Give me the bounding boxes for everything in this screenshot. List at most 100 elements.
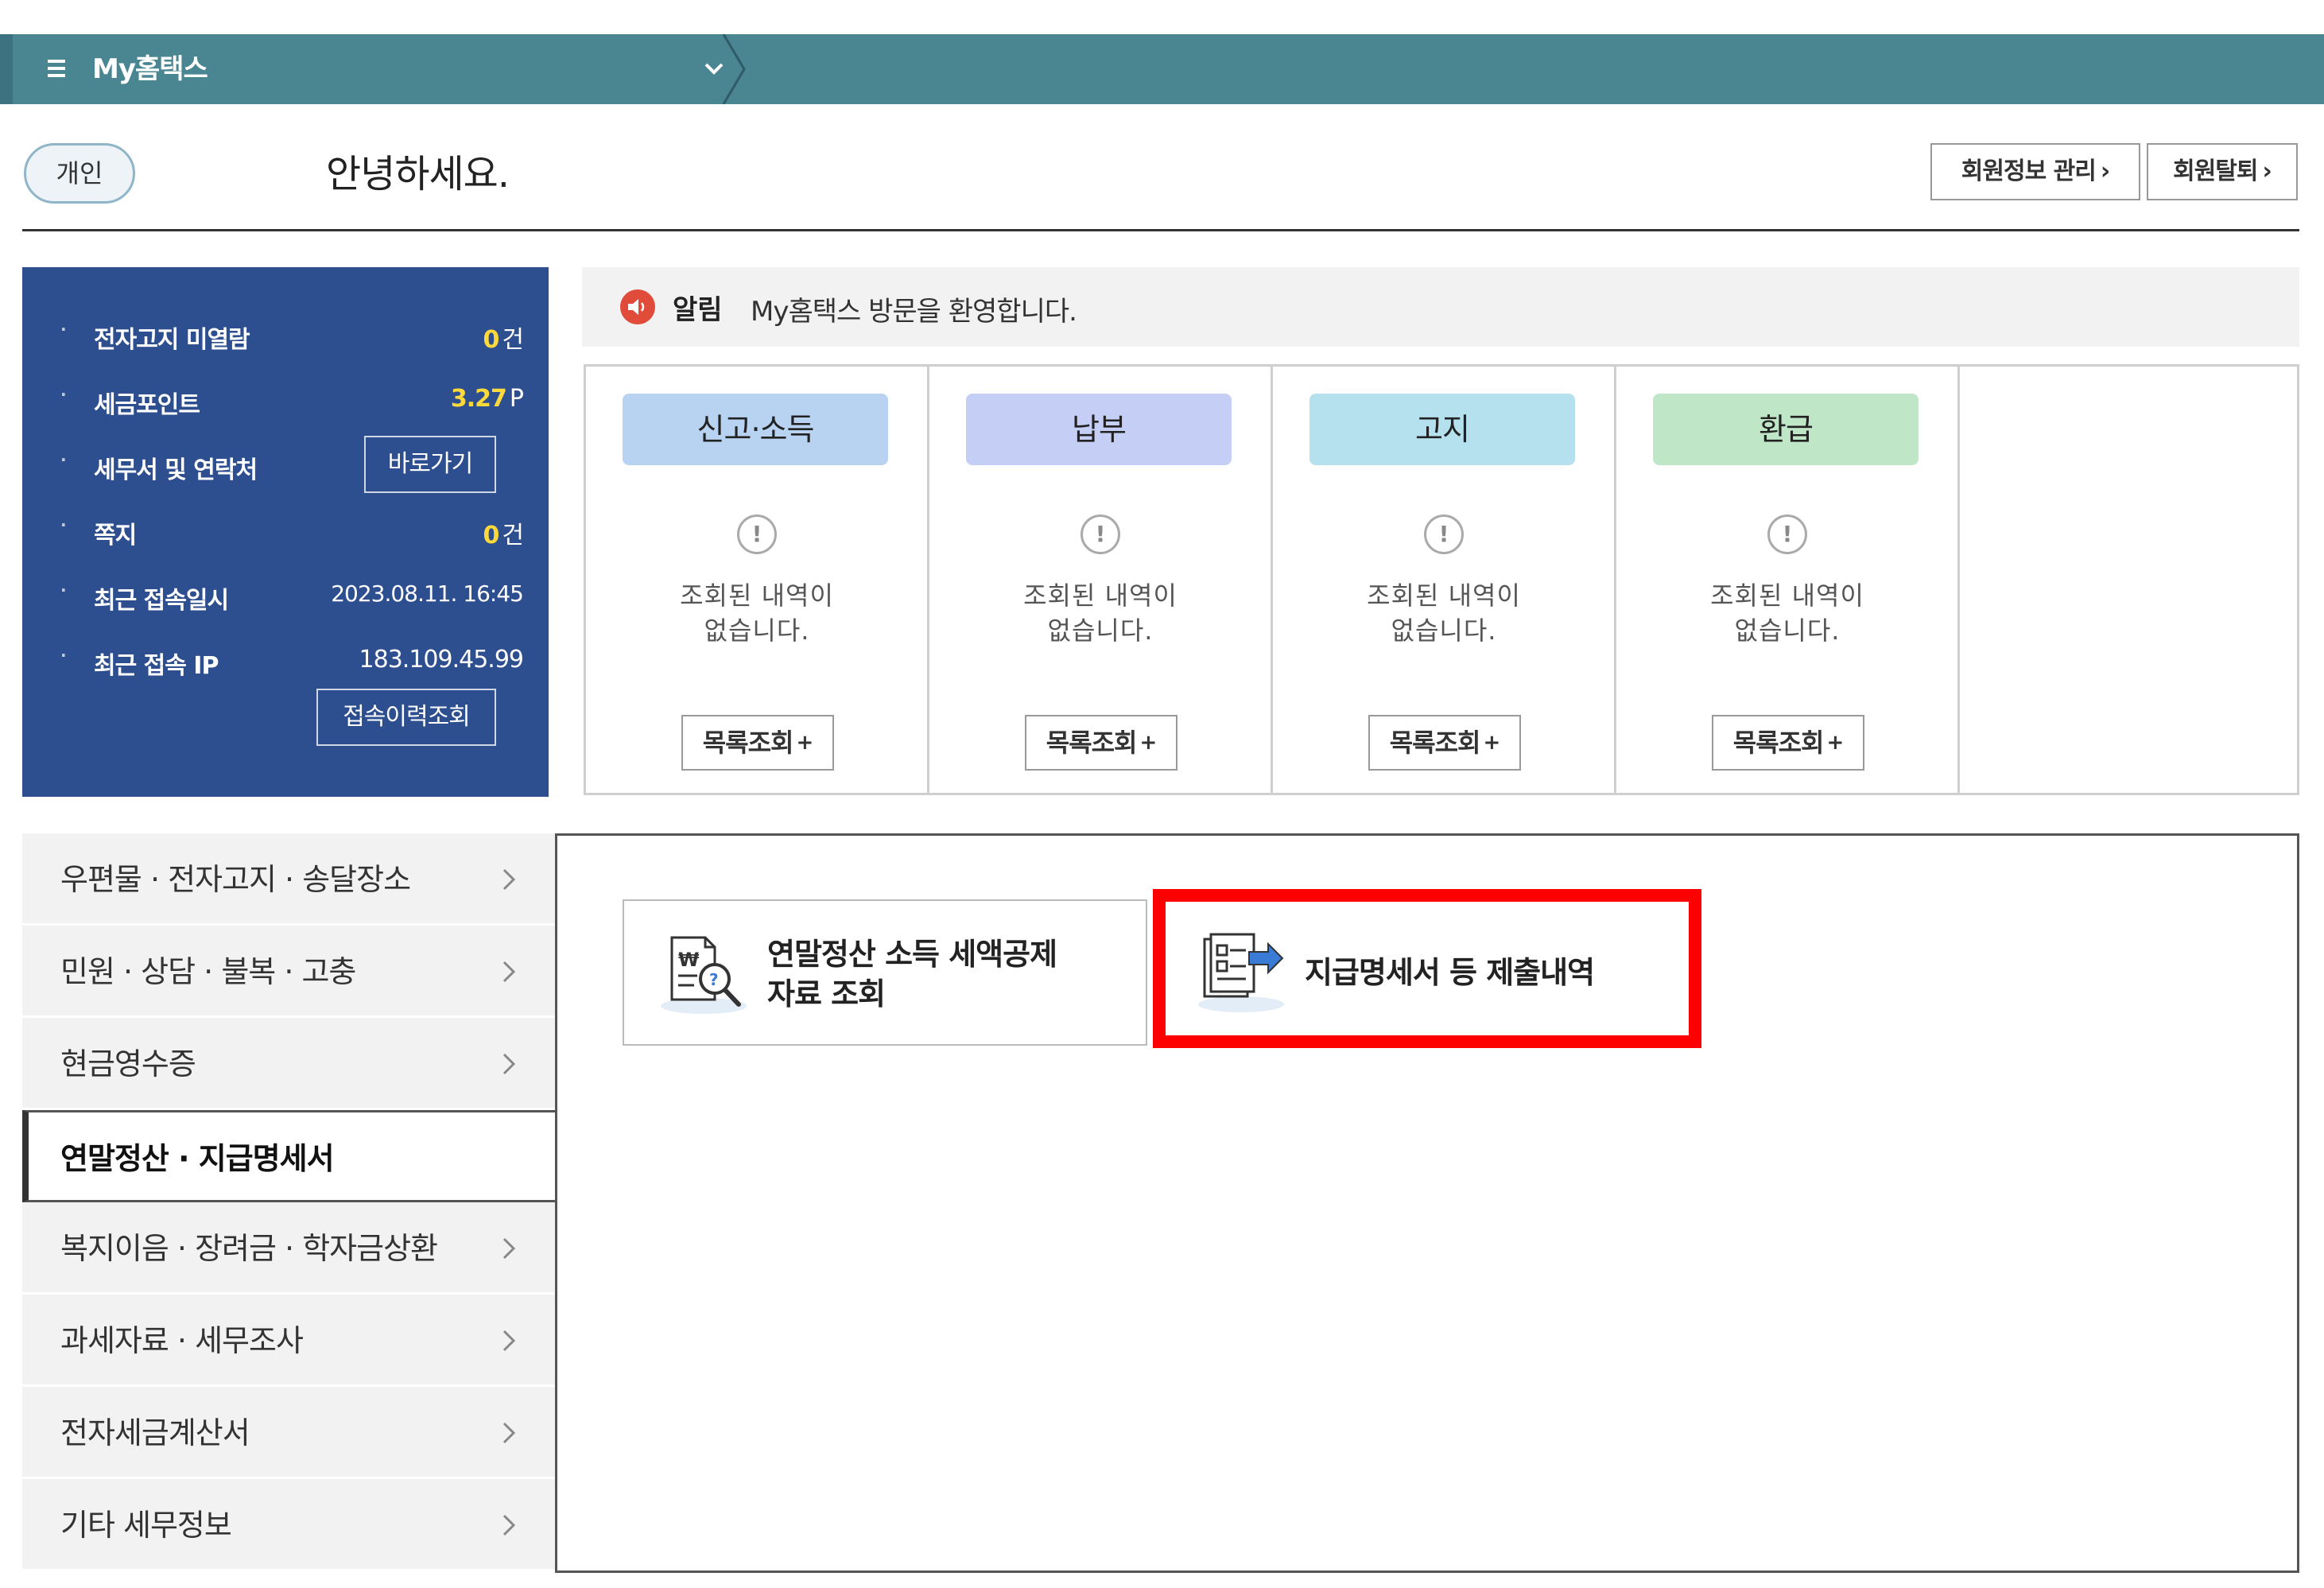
list-view-button[interactable]: 목록조회 + — [1025, 715, 1178, 771]
highlight-annotation-box — [1153, 889, 1701, 1048]
chevron-right-icon — [502, 1330, 516, 1352]
bullet: · — [60, 320, 67, 339]
chevron-right-icon — [502, 1514, 516, 1536]
category-item-welfare[interactable]: 복지이음 · 장려금 · 학자금상환 — [22, 1202, 555, 1295]
msg-line1: 조회된 내역이 — [1023, 580, 1178, 611]
info-row-tax-point: · 세금포인트 3.27 P — [60, 385, 524, 419]
info-value[interactable]: 0건 — [483, 320, 524, 355]
category-item-other[interactable]: 기타 세무정보 — [22, 1479, 555, 1571]
topbar-left-edge — [0, 34, 13, 104]
card-empty-message: 조회된 내역이없습니다. — [634, 578, 880, 648]
unit: P — [509, 385, 524, 413]
chevron-right-icon — [502, 961, 516, 983]
list-view-label: 목록조회 — [1732, 728, 1825, 758]
tile-year-end-deduction-inquiry[interactable]: ₩ ? 연말정산 소득 세액공제자료 조회 — [623, 899, 1147, 1046]
notice-text: My홈택스 방문을 환영합니다. — [751, 296, 1077, 328]
info-value[interactable]: 3.27 P — [450, 385, 524, 413]
chevron-right-icon — [502, 1422, 516, 1444]
shortcut-button[interactable]: 바로가기 — [364, 436, 496, 493]
unread-count: 0 — [483, 326, 500, 354]
list-view-label: 목록조회 — [1046, 728, 1138, 758]
last-login-time: 2023.08.11. 16:45 — [331, 580, 524, 607]
list-view-button[interactable]: 목록조회 + — [681, 715, 834, 771]
member-info-label: 회원정보 관리 — [1961, 157, 2097, 185]
info-row-last-login: · 최근 접속일시 2023.08.11. 16:45 — [60, 580, 524, 615]
unit: 건 — [502, 326, 524, 354]
access-history-button[interactable]: 접속이력조회 — [316, 689, 496, 746]
top-navigation-bar: My홈택스 — [0, 34, 2324, 104]
card-title[interactable]: 환급 — [1653, 394, 1919, 465]
greeting-message: 안녕하세요. — [326, 152, 510, 196]
exclamation-icon: ! — [1081, 514, 1120, 554]
svg-text:?: ? — [709, 970, 719, 989]
withdraw-button[interactable]: 회원탈퇴 › — [2147, 143, 2298, 200]
info-value[interactable]: 0건 — [483, 515, 524, 550]
plus-icon: + — [1826, 731, 1844, 755]
category-label: 전자세금계산서 — [60, 1415, 250, 1450]
category-label: 민원 · 상담 · 불복 · 고충 — [60, 954, 356, 989]
info-row-unread-notice: · 전자고지 미열람 0건 — [60, 320, 524, 354]
chevron-right-icon — [502, 1053, 516, 1075]
bullet: · — [60, 646, 67, 665]
card-title[interactable]: 신고·소득 — [623, 394, 888, 465]
msg-line1: 조회된 내역이 — [1367, 580, 1521, 611]
category-label: 과세자료 · 세무조사 — [60, 1323, 304, 1358]
category-label: 현금영수증 — [60, 1046, 196, 1081]
exclamation-icon: ! — [1767, 514, 1807, 554]
card-empty-message: 조회된 내역이없습니다. — [1321, 578, 1567, 648]
msg-line1: 조회된 내역이 — [1710, 580, 1864, 611]
my-hometax-menu[interactable]: My홈택스 — [13, 34, 728, 104]
msg-line2: 없습니다. — [1734, 615, 1841, 646]
list-view-button[interactable]: 목록조회 + — [1368, 715, 1521, 771]
chevron-right-icon — [502, 868, 516, 891]
tile-line2: 자료 조회 — [767, 976, 886, 1011]
message-count: 0 — [483, 522, 500, 549]
last-login-ip: 183.109.45.99 — [359, 646, 524, 674]
member-info-button[interactable]: 회원정보 관리 › — [1930, 143, 2140, 200]
msg-line2: 없습니다. — [1047, 615, 1154, 646]
card-empty-message: 조회된 내역이없습니다. — [977, 578, 1224, 648]
hamburger-menu-icon — [48, 60, 65, 79]
bullet: · — [60, 450, 67, 469]
msg-line1: 조회된 내역이 — [680, 580, 834, 611]
msg-line2: 없습니다. — [704, 615, 810, 646]
plus-icon: + — [1483, 731, 1500, 755]
account-info-panel: · 전자고지 미열람 0건 · 세금포인트 3.27 P · 세무서 및 연락처 … — [22, 267, 549, 797]
bullet: · — [60, 515, 67, 534]
notice-bar: 알림 My홈택스 방문을 환영합니다. — [582, 267, 2299, 347]
breadcrumb-divider-icon — [722, 34, 746, 104]
chevron-right-icon: › — [2100, 157, 2110, 185]
list-view-button[interactable]: 목록조회 + — [1712, 715, 1864, 771]
exclamation-icon: ! — [737, 514, 777, 554]
card-empty-message: 조회된 내역이없습니다. — [1664, 578, 1911, 648]
info-label: 최근 접속 IP — [94, 652, 219, 680]
list-view-label: 목록조회 — [1389, 728, 1481, 758]
bullet: · — [60, 580, 67, 600]
msg-line2: 없습니다. — [1391, 615, 1497, 646]
category-label: 복지이음 · 장려금 · 학자금상환 — [60, 1231, 438, 1266]
info-label: 세금포인트 — [94, 391, 200, 419]
info-label: 최근 접속일시 — [94, 587, 229, 615]
category-item-tax-audit[interactable]: 과세자료 · 세무조사 — [22, 1295, 555, 1387]
card-title[interactable]: 납부 — [966, 394, 1232, 465]
category-item-civil[interactable]: 민원 · 상담 · 불복 · 고충 — [22, 926, 555, 1018]
card-title[interactable]: 고지 — [1309, 394, 1575, 465]
document-search-icon: ₩ ? — [661, 936, 747, 1014]
speaker-icon — [620, 289, 655, 324]
chevron-right-icon — [502, 1237, 516, 1260]
card-filing-income: 신고·소득 ! 조회된 내역이없습니다. 목록조회 + — [586, 367, 929, 793]
info-label: 세무서 및 연락처 — [94, 456, 258, 484]
withdraw-label: 회원탈퇴 — [2173, 157, 2258, 185]
info-row-last-ip: · 최근 접속 IP 183.109.45.99 — [60, 646, 524, 680]
category-item-e-invoice[interactable]: 전자세금계산서 — [22, 1387, 555, 1479]
category-label: 기타 세무정보 — [60, 1508, 232, 1543]
plus-icon: + — [1139, 731, 1157, 755]
tax-point-value: 3.27 — [450, 385, 507, 413]
tile-label: 연말정산 소득 세액공제자료 조회 — [767, 901, 1057, 1047]
category-item-year-end[interactable]: 연말정산 · 지급명세서 — [22, 1110, 557, 1202]
notice-label: 알림 — [673, 294, 723, 326]
tile-line1: 연말정산 소득 세액공제 — [767, 937, 1057, 972]
category-item-mail[interactable]: 우편물 · 전자고지 · 송달장소 — [22, 833, 555, 926]
category-item-cash-receipt[interactable]: 현금영수증 — [22, 1018, 555, 1110]
bullet: · — [60, 385, 67, 404]
